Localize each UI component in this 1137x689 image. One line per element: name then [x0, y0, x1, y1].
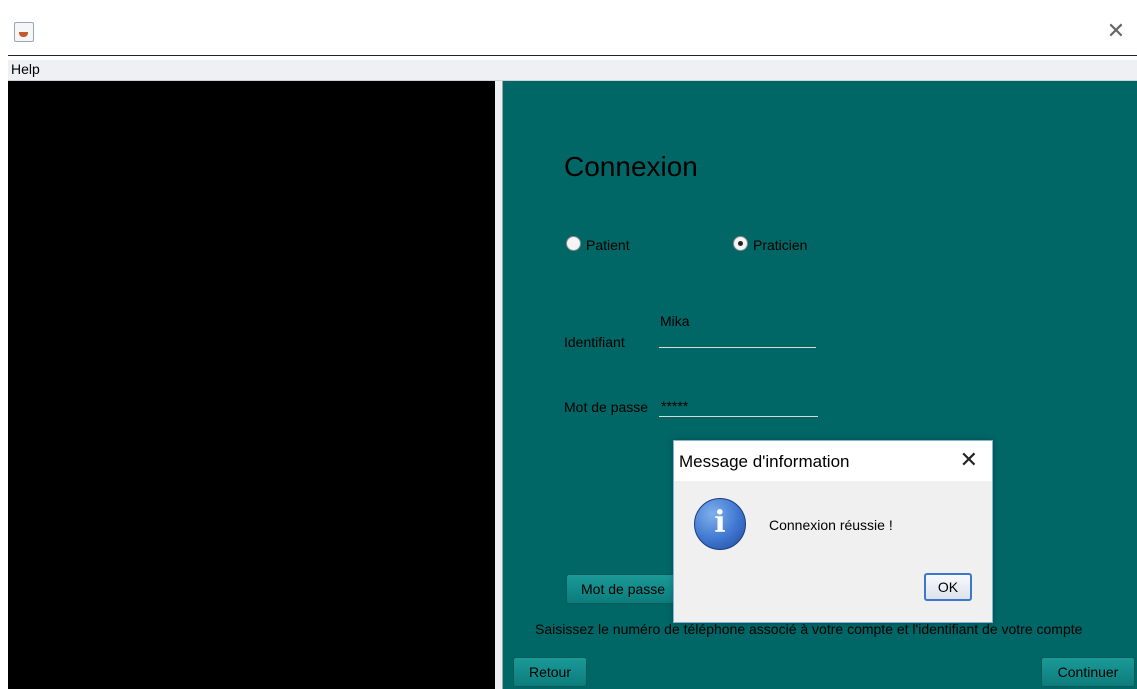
info-dialog: Message d'information ✕ i Connexion réus… [673, 440, 993, 623]
radio-praticien[interactable] [733, 236, 748, 251]
menubar: Help [8, 60, 1137, 81]
ok-button[interactable]: OK [924, 573, 972, 601]
dialog-titlebar: Message d'information ✕ [674, 441, 992, 481]
radio-patient[interactable] [566, 236, 581, 251]
left-panel [8, 81, 495, 689]
identifiant-label: Identifiant [564, 334, 625, 350]
password-underline [659, 416, 818, 417]
dialog-message: Connexion réussie ! [769, 517, 893, 533]
info-text: Saisissez le numéro de téléphone associé… [535, 621, 1083, 637]
close-icon[interactable]: ✕ [960, 449, 978, 471]
radio-praticien-label[interactable]: Praticien [753, 237, 807, 253]
window-titlebar: ✕ [0, 0, 1137, 56]
password-field[interactable]: ***** [661, 398, 688, 414]
password-label: Mot de passe [564, 399, 649, 415]
close-icon[interactable]: ✕ [1105, 20, 1127, 42]
back-button[interactable]: Retour [513, 657, 587, 687]
continue-button[interactable]: Continuer [1041, 657, 1135, 687]
dialog-title: Message d'information [679, 452, 850, 471]
identifiant-field[interactable]: Mika [660, 313, 690, 329]
radio-patient-label[interactable]: Patient [586, 237, 630, 253]
forgot-password-button[interactable]: Mot de passe [566, 574, 684, 604]
menu-help[interactable]: Help [11, 61, 40, 77]
identifiant-underline [659, 347, 816, 348]
java-app-icon [14, 22, 34, 42]
info-icon: i [694, 498, 746, 550]
page-title: Connexion [564, 151, 698, 182]
titlebar-separator [8, 55, 1137, 56]
